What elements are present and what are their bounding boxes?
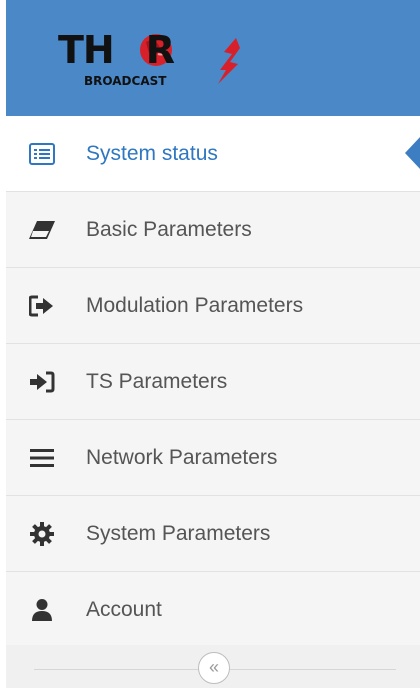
active-indicator: [405, 136, 420, 170]
menu-item-network-parameters[interactable]: Network Parameters: [6, 420, 420, 496]
sidebar-collapse-bar: «: [6, 645, 420, 688]
menu-item-label: Account: [86, 597, 162, 621]
sign-out-icon: [28, 292, 56, 320]
sign-in-icon: [28, 368, 56, 396]
double-chevron-left-icon: «: [208, 657, 219, 677]
list-icon: [28, 140, 56, 168]
menu-item-basic-parameters[interactable]: Basic Parameters: [6, 192, 420, 268]
nav-menu: System status Basic Parameters Modulatio…: [6, 116, 420, 648]
sidebar-header: TH R BROADCAST: [6, 0, 420, 116]
menu-item-label: System status: [86, 141, 218, 165]
bars-icon: [28, 444, 56, 472]
eraser-icon: [28, 216, 56, 244]
menu-item-account[interactable]: Account: [6, 572, 420, 648]
logo-wordmark: TH R: [58, 28, 175, 72]
menu-item-modulation-parameters[interactable]: Modulation Parameters: [6, 268, 420, 344]
menu-item-label: System Parameters: [86, 521, 271, 545]
menu-item-label: Network Parameters: [86, 445, 278, 469]
menu-item-ts-parameters[interactable]: TS Parameters: [6, 344, 420, 420]
brand-logo[interactable]: TH R BROADCAST: [58, 30, 258, 100]
gear-icon: [28, 520, 56, 548]
user-icon: [28, 596, 56, 624]
sidebar: TH R BROADCAST System status Basic Param…: [6, 0, 420, 688]
logo-subtitle: BROADCAST: [84, 74, 167, 88]
menu-item-system-parameters[interactable]: System Parameters: [6, 496, 420, 572]
menu-item-label: Modulation Parameters: [86, 293, 304, 317]
menu-item-label: TS Parameters: [86, 369, 228, 393]
menu-item-label: Basic Parameters: [86, 217, 252, 241]
menu-item-system-status[interactable]: System status: [6, 116, 420, 192]
collapse-sidebar-button[interactable]: «: [198, 652, 230, 684]
